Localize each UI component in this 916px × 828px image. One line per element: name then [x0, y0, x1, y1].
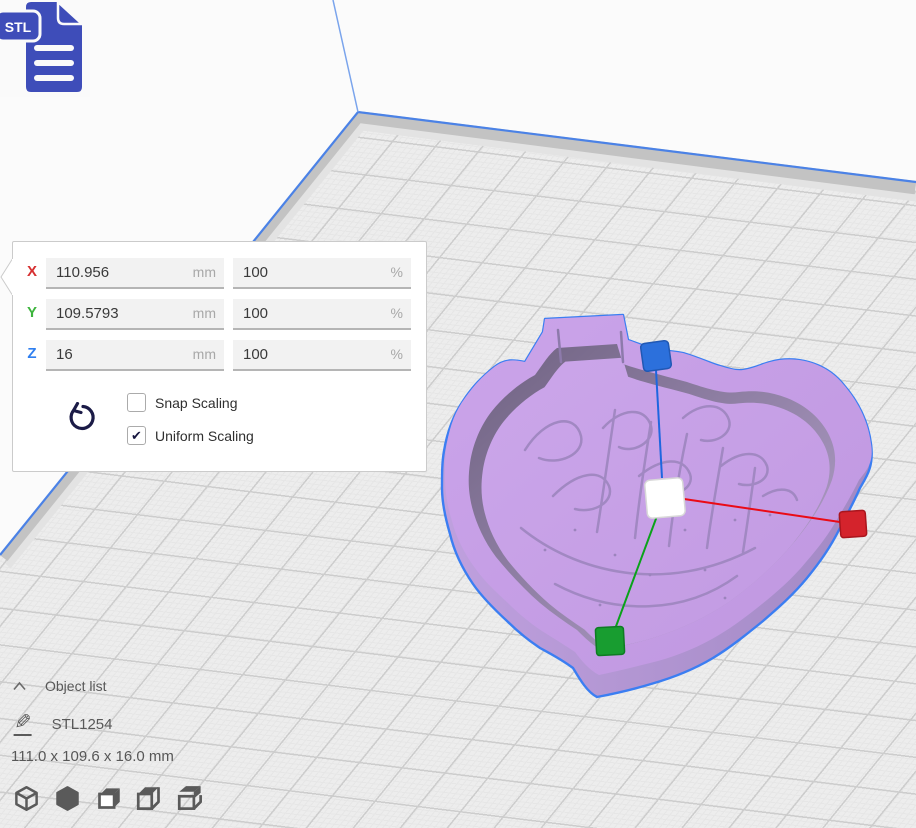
view-layers-button[interactable] [176, 784, 204, 812]
stl-badge-label: STL [5, 19, 32, 35]
scale-z-mm-input[interactable] [46, 340, 224, 369]
view-solid-button[interactable] [53, 784, 81, 812]
view-toolbar [12, 784, 204, 812]
model-stl1254[interactable] [425, 300, 895, 715]
reset-icon [64, 402, 96, 436]
document-icon: STL [0, 0, 90, 97]
object-list-item[interactable]: ✎ STL1254 [14, 712, 113, 736]
scale-handle-x[interactable] [839, 510, 867, 538]
snap-scaling-checkbox[interactable]: Snap Scaling [127, 393, 238, 412]
view-3d-button[interactable] [12, 784, 40, 812]
pencil-icon: ✎ [14, 712, 32, 736]
scale-z-percent-input[interactable] [233, 340, 411, 369]
reset-scale-button[interactable] [64, 402, 96, 436]
scale-z-percent-field: % [233, 340, 411, 371]
scale-row-x: X mm % [13, 258, 426, 289]
chevron-up-icon [12, 681, 27, 691]
uniform-scaling-checkbox[interactable]: ✔ Uniform Scaling [127, 426, 254, 445]
scale-x-percent-field: % [233, 258, 411, 289]
stl-file-icon[interactable]: STL [0, 0, 90, 97]
scale-x-mm-field: mm [46, 258, 224, 289]
object-dimensions: 111.0 x 109.6 x 16.0 mm [11, 748, 174, 765]
panel-pointer [0, 258, 13, 296]
scale-handle-y[interactable] [595, 626, 624, 655]
scale-handle-center[interactable] [644, 477, 685, 518]
scale-y-mm-field: mm [46, 299, 224, 330]
view-top-button[interactable] [135, 784, 163, 812]
snap-scaling-checkmark [127, 393, 146, 412]
scale-row-y: Y mm % [13, 299, 426, 330]
view-front-button[interactable] [94, 784, 122, 812]
scale-tool-panel: X mm % Y mm % Z mm [12, 241, 427, 472]
scale-y-percent-input[interactable] [233, 299, 411, 328]
scale-handle-z[interactable] [640, 340, 672, 372]
scale-y-mm-input[interactable] [46, 299, 224, 328]
scale-y-percent-field: % [233, 299, 411, 330]
view-solid-icon [54, 785, 81, 812]
uniform-scaling-checkmark: ✔ [127, 426, 146, 445]
axis-z-label: Z [21, 345, 43, 362]
axis-x-label: X [21, 263, 43, 280]
view-front-icon [95, 785, 122, 812]
scale-x-percent-input[interactable] [233, 258, 411, 287]
snap-scaling-label: Snap Scaling [155, 395, 238, 411]
view-top-icon [136, 785, 163, 812]
scale-x-mm-input[interactable] [46, 258, 224, 287]
scale-z-mm-field: mm [46, 340, 224, 371]
view-layers-icon [177, 785, 204, 812]
uniform-scaling-label: Uniform Scaling [155, 428, 254, 444]
view-3d-icon [13, 785, 40, 812]
axis-y-label: Y [21, 304, 43, 321]
slicer-window: STL X mm % Y mm [0, 0, 916, 828]
object-item-name: STL1254 [52, 716, 113, 733]
object-list-title: Object list [45, 678, 106, 694]
scale-row-z: Z mm % [13, 340, 426, 371]
object-list-header[interactable]: Object list [12, 678, 106, 694]
